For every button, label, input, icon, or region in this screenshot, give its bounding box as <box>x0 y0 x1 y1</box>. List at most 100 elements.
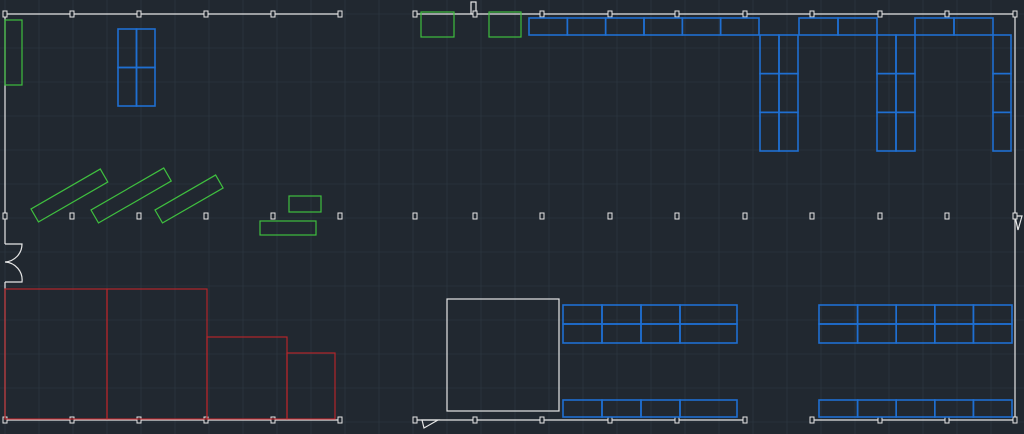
column-marker[interactable] <box>136 212 142 220</box>
column-marker[interactable] <box>2 212 8 220</box>
equipment-angled-1[interactable] <box>30 168 109 223</box>
column-marker[interactable] <box>1012 212 1018 220</box>
column-marker[interactable] <box>472 10 478 18</box>
rack-column-1[interactable] <box>759 34 780 75</box>
column-marker[interactable] <box>69 416 75 424</box>
column-marker[interactable] <box>809 416 815 424</box>
rack-bottom-a[interactable] <box>601 304 642 325</box>
rack-bottom-f[interactable] <box>856 399 897 418</box>
equipment-angled-2[interactable] <box>90 167 173 224</box>
rack-column-1[interactable] <box>778 111 799 152</box>
rack-column-2[interactable] <box>895 111 916 152</box>
column-marker[interactable] <box>1012 10 1018 18</box>
column-marker[interactable] <box>809 10 815 18</box>
rack-top-row-a[interactable] <box>681 17 722 36</box>
column-marker[interactable] <box>674 212 680 220</box>
equipment-angled-3[interactable] <box>154 174 224 224</box>
column-marker[interactable] <box>607 416 613 424</box>
rack-column-1[interactable] <box>759 72 780 114</box>
rack-bottom-e[interactable] <box>679 399 738 418</box>
column-marker[interactable] <box>944 10 950 18</box>
rack-bottom-c[interactable] <box>933 323 975 344</box>
rack-bottom-c[interactable] <box>972 323 1013 344</box>
column-marker[interactable] <box>944 416 950 424</box>
rack-bottom-f[interactable] <box>895 399 936 418</box>
rack-bottom-c[interactable] <box>933 304 975 325</box>
rack-top-row-c[interactable] <box>953 17 994 36</box>
door-swing-bottom[interactable] <box>421 419 441 429</box>
rack-bottom-a[interactable] <box>562 304 603 325</box>
rack-left-upper[interactable] <box>135 66 156 107</box>
equipment-bench[interactable] <box>259 220 317 236</box>
column-marker[interactable] <box>877 212 883 220</box>
column-marker[interactable] <box>69 212 75 220</box>
equipment-top-2[interactable] <box>488 11 522 38</box>
rack-bottom-c[interactable] <box>895 323 936 344</box>
column-marker[interactable] <box>203 212 209 220</box>
column-marker[interactable] <box>136 10 142 18</box>
rack-column-3[interactable] <box>992 34 1012 75</box>
rack-bottom-f[interactable] <box>933 399 975 418</box>
column-marker[interactable] <box>412 212 418 220</box>
rack-left-upper[interactable] <box>117 66 138 107</box>
rack-top-row-a[interactable] <box>643 17 684 36</box>
rack-bottom-a[interactable] <box>601 323 642 344</box>
rack-top-row-b[interactable] <box>837 17 878 36</box>
column-marker[interactable] <box>944 212 950 220</box>
column-marker[interactable] <box>742 416 748 424</box>
rack-bottom-c[interactable] <box>972 304 1013 325</box>
column-marker[interactable] <box>1012 416 1018 424</box>
rack-column-1[interactable] <box>759 111 780 152</box>
rack-bottom-d[interactable] <box>601 399 642 418</box>
rack-bottom-d[interactable] <box>640 399 681 418</box>
equipment-top-1[interactable] <box>420 11 455 38</box>
column-marker[interactable] <box>472 212 478 220</box>
rack-bottom-c[interactable] <box>818 304 859 325</box>
rack-column-1[interactable] <box>778 34 799 75</box>
column-marker[interactable] <box>337 416 343 424</box>
zone-3[interactable] <box>206 336 288 420</box>
column-marker[interactable] <box>539 212 545 220</box>
column-marker[interactable] <box>412 10 418 18</box>
equipment-small-box[interactable] <box>288 195 322 213</box>
rack-bottom-f[interactable] <box>972 399 1013 418</box>
rack-column-2[interactable] <box>876 34 897 75</box>
rack-bottom-c[interactable] <box>818 323 859 344</box>
column-marker[interactable] <box>472 416 478 424</box>
rack-column-3[interactable] <box>992 72 1012 114</box>
rack-column-1[interactable] <box>778 72 799 114</box>
rack-column-2[interactable] <box>895 34 916 75</box>
rack-bottom-a[interactable] <box>640 323 681 344</box>
column-marker[interactable] <box>742 10 748 18</box>
rack-bottom-b[interactable] <box>679 304 738 325</box>
rack-bottom-b[interactable] <box>679 323 738 344</box>
column-marker[interactable] <box>877 416 883 424</box>
column-marker[interactable] <box>69 10 75 18</box>
rack-bottom-d[interactable] <box>562 399 603 418</box>
rack-bottom-c[interactable] <box>856 304 897 325</box>
column-marker[interactable] <box>2 10 8 18</box>
column-marker[interactable] <box>539 416 545 424</box>
rack-column-2[interactable] <box>895 72 916 114</box>
rack-bottom-a[interactable] <box>640 304 681 325</box>
rack-top-row-b[interactable] <box>798 17 839 36</box>
rack-bottom-c[interactable] <box>856 323 897 344</box>
rack-bottom-c[interactable] <box>895 304 936 325</box>
rack-top-row-c[interactable] <box>914 17 955 36</box>
rack-column-2[interactable] <box>876 72 897 114</box>
door-swing-left[interactable] <box>4 243 23 283</box>
rack-top-row-a[interactable] <box>528 17 569 36</box>
column-marker[interactable] <box>607 10 613 18</box>
rack-column-2[interactable] <box>876 111 897 152</box>
column-marker[interactable] <box>270 212 276 220</box>
column-marker[interactable] <box>337 10 343 18</box>
column-marker[interactable] <box>270 416 276 424</box>
column-marker[interactable] <box>674 10 680 18</box>
column-marker[interactable] <box>203 10 209 18</box>
column-marker[interactable] <box>337 212 343 220</box>
column-marker[interactable] <box>674 416 680 424</box>
column-marker[interactable] <box>539 10 545 18</box>
rack-top-row-a[interactable] <box>604 17 645 36</box>
rack-bottom-f[interactable] <box>818 399 859 418</box>
open-area-box[interactable] <box>446 298 560 412</box>
